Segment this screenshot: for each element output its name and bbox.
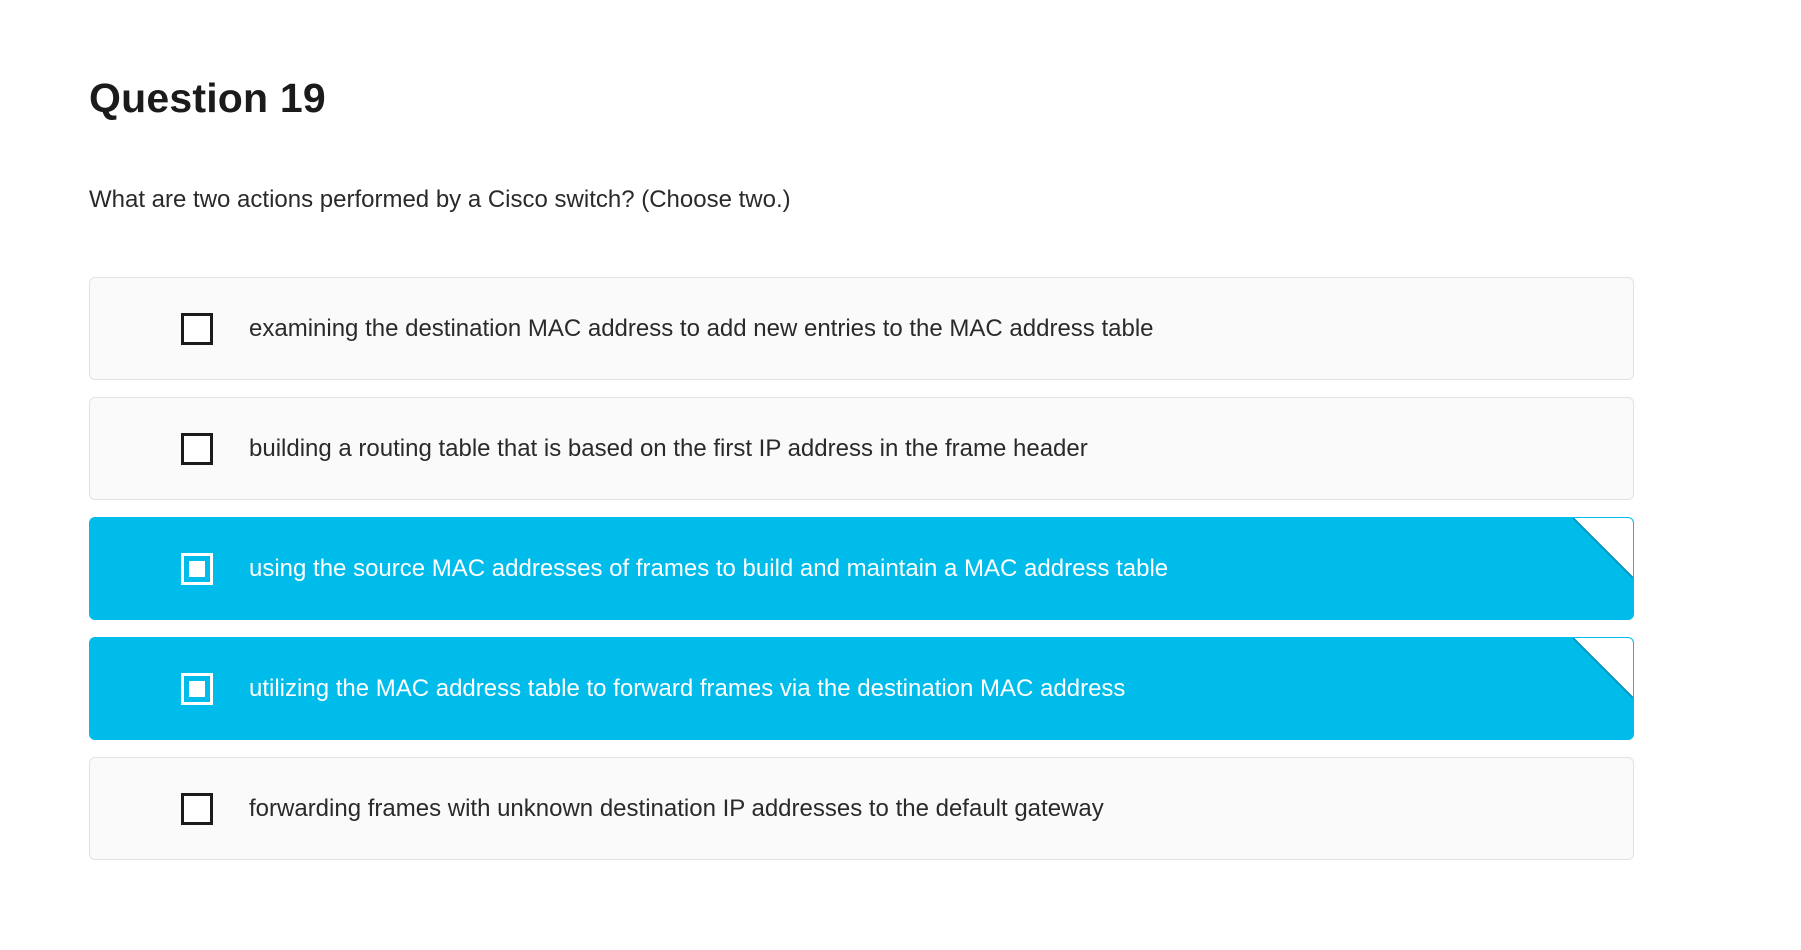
answer-option-label: using the source MAC addresses of frames… [249, 555, 1169, 582]
answer-option-label: utilizing the MAC address table to forwa… [249, 675, 1126, 702]
checkbox-icon[interactable] [181, 433, 213, 465]
checkbox-icon[interactable] [181, 673, 213, 705]
answer-option-label: examining the destination MAC address to… [249, 315, 1154, 342]
question-prompt: What are two actions performed by a Cisc… [89, 186, 791, 213]
answer-option-3[interactable]: using the source MAC addresses of frames… [89, 517, 1634, 620]
answer-options: examining the destination MAC address to… [89, 277, 1634, 877]
answer-option-label: building a routing table that is based o… [249, 435, 1088, 462]
answer-option-4[interactable]: utilizing the MAC address table to forwa… [89, 637, 1634, 740]
answer-option-label: forwarding frames with unknown destinati… [249, 795, 1104, 822]
corner-fold-icon [1573, 638, 1633, 698]
checkbox-icon[interactable] [181, 553, 213, 585]
answer-option-5[interactable]: forwarding frames with unknown destinati… [89, 757, 1634, 860]
answer-option-2[interactable]: building a routing table that is based o… [89, 397, 1634, 500]
corner-fold-icon [1573, 518, 1633, 578]
question-title: Question 19 [89, 75, 326, 121]
checkbox-icon[interactable] [181, 793, 213, 825]
checkbox-icon[interactable] [181, 313, 213, 345]
answer-option-1[interactable]: examining the destination MAC address to… [89, 277, 1634, 380]
